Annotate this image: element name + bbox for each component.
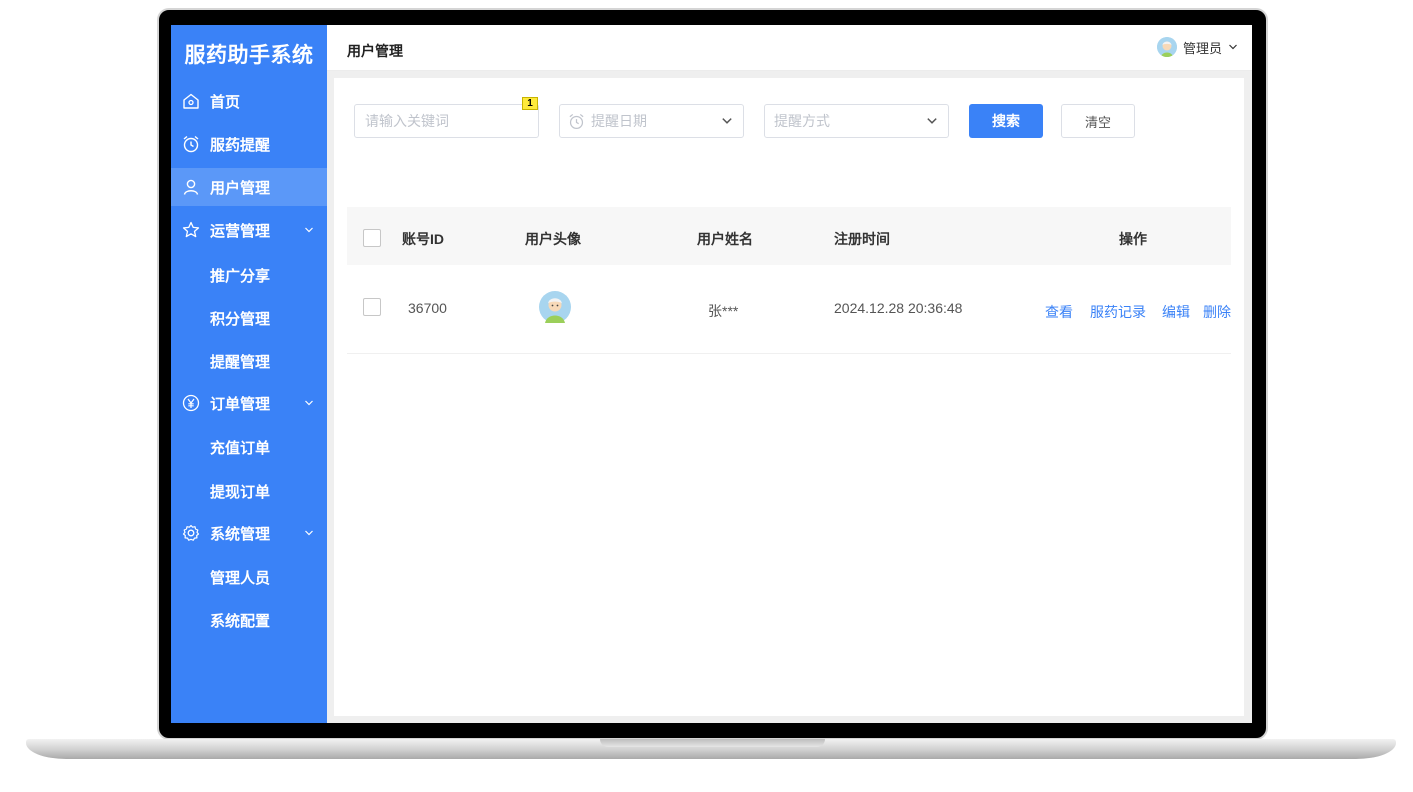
medication-record-link[interactable]: 服药记录 — [1090, 302, 1146, 322]
search-button[interactable]: 搜索 — [969, 104, 1043, 138]
avatar — [1156, 37, 1177, 57]
sidebar-item-operations[interactable]: 运营管理 — [171, 211, 327, 249]
sidebar-subitem-points[interactable]: 积分管理 — [210, 308, 270, 329]
sidebar-item-label: 用户管理 — [210, 179, 271, 197]
cell-name: 张*** — [708, 303, 739, 319]
alarm-clock-icon — [569, 113, 584, 129]
chevron-down-icon — [722, 118, 732, 124]
date-placeholder: 提醒日期 — [591, 113, 647, 129]
view-link[interactable]: 查看 — [1045, 302, 1073, 322]
page-title: 用户管理 — [347, 43, 403, 59]
cell-account-id: 36700 — [408, 300, 447, 316]
reminder-date-picker[interactable]: 提醒日期 — [559, 104, 744, 138]
chevron-down-icon — [305, 227, 313, 233]
chevron-down-icon — [305, 530, 313, 536]
sidebar-item-label: 首页 — [210, 93, 241, 111]
row-checkbox[interactable] — [363, 298, 381, 316]
clear-button[interactable]: 清空 — [1061, 104, 1135, 138]
delete-link[interactable]: 删除 — [1203, 302, 1231, 322]
topbar: 用户管理 管理员 — [327, 25, 1252, 71]
user-avatar — [539, 291, 571, 323]
table-row: 36700 张*** 2024.12.28 20:36:48 查看 服药记录 编… — [347, 265, 1231, 354]
table-header: 账号ID 用户头像 用户姓名 注册时间 操作 — [347, 207, 1231, 265]
cell-registered: 2024.12.28 20:36:48 — [834, 300, 963, 316]
sidebar-item-orders[interactable]: 订单管理 — [171, 384, 327, 422]
user-icon — [183, 179, 199, 195]
column-actions: 操作 — [1119, 231, 1147, 247]
column-registered: 注册时间 — [834, 231, 890, 247]
chevron-down-icon — [305, 400, 313, 406]
annotation-badge: 1 — [522, 97, 538, 110]
home-icon — [183, 93, 199, 109]
sidebar-subitem-admins[interactable]: 管理人员 — [210, 567, 270, 588]
brand-title: 服药助手系统 — [184, 44, 314, 67]
sidebar-subitem-withdraw-orders[interactable]: 提现订单 — [210, 481, 270, 502]
sidebar-item-users[interactable]: 用户管理 — [171, 168, 327, 206]
sidebar-item-label: 服药提醒 — [210, 136, 271, 154]
star-icon — [182, 221, 200, 238]
column-avatar: 用户头像 — [525, 231, 581, 247]
gear-icon — [182, 524, 200, 541]
sidebar-item-label: 订单管理 — [210, 395, 271, 413]
chevron-down-icon — [927, 118, 937, 124]
sidebar-subitem-system-config[interactable]: 系统配置 — [210, 610, 270, 631]
sidebar-item-system[interactable]: 系统管理 — [171, 514, 327, 552]
select-all-checkbox[interactable] — [363, 229, 381, 247]
chevron-down-icon — [1229, 44, 1237, 50]
edit-link[interactable]: 编辑 — [1162, 302, 1190, 322]
column-name: 用户姓名 — [697, 231, 753, 247]
sidebar-subitem-reminder-management[interactable]: 提醒管理 — [210, 351, 270, 372]
sidebar-item-label: 系统管理 — [210, 525, 271, 543]
sidebar: 服药助手系统 首页 服药提醒 用户管理 运营管理 推广分享 积分管理 提醒管理 … — [171, 25, 327, 723]
sidebar-item-home[interactable]: 首页 — [171, 82, 327, 120]
sidebar-item-label: 运营管理 — [210, 222, 271, 240]
column-account-id: 账号ID — [402, 231, 444, 247]
keyword-placeholder: 请输入关键词 — [365, 113, 449, 129]
user-name: 管理员 — [1182, 40, 1222, 56]
user-menu[interactable]: 管理员 — [1156, 37, 1238, 57]
main-panel: 请输入关键词 1 提醒日期 提醒方式 搜索 清空 账号ID 用户头像 用户姓名 … — [334, 78, 1244, 716]
app-screen: 服药助手系统 首页 服药提醒 用户管理 运营管理 推广分享 积分管理 提醒管理 … — [171, 25, 1252, 723]
reminder-method-select[interactable]: 提醒方式 — [764, 104, 949, 138]
sidebar-subitem-promotion[interactable]: 推广分享 — [210, 265, 270, 286]
method-placeholder: 提醒方式 — [774, 113, 830, 129]
keyword-input[interactable]: 请输入关键词 — [354, 104, 539, 138]
sidebar-subitem-recharge-orders[interactable]: 充值订单 — [210, 437, 270, 458]
alarm-clock-icon — [183, 135, 199, 153]
laptop-notch — [600, 739, 825, 747]
sidebar-item-reminder[interactable]: 服药提醒 — [171, 125, 327, 163]
yen-icon — [182, 394, 200, 412]
